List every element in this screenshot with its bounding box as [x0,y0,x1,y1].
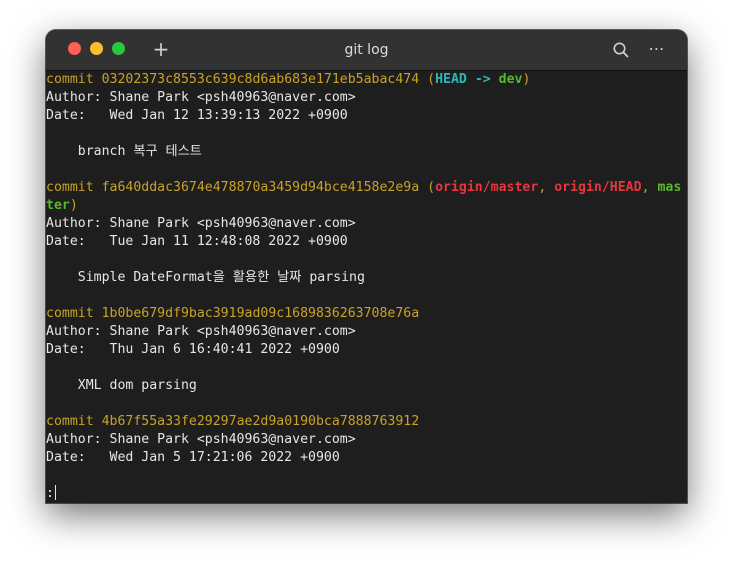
date-line: Date: Thu Jan 6 16:40:41 2022 +0900 [46,342,340,357]
author-line: Author: Shane Park <psh40963@naver.com> [46,216,356,231]
refs-close: ) [69,198,78,213]
terminal-output[interactable]: commit 03202373c8553c639c8d6ab683e171eb5… [46,71,687,503]
minimize-button[interactable] [90,42,103,55]
date-line: Date: Wed Jan 12 13:39:13 2022 +0900 [46,108,348,123]
local-branch-ref: mas [657,180,682,195]
author-line: Author: Shane Park <psh40963@naver.com> [46,432,356,447]
ref-separator: , [538,180,547,195]
text-cursor [54,485,56,500]
new-tab-button[interactable]: + [150,38,172,60]
ref-separator: , [641,180,650,195]
head-arrow: -> [474,72,491,87]
commit-line: commit 4b67f55a33fe29297ae2d9a0190bca788… [46,413,687,431]
date-line: Date: Wed Jan 5 17:21:06 2022 +0900 [46,450,340,465]
zoom-button[interactable] [112,42,125,55]
commit-label: commit [46,180,94,195]
commit-hash: 1b0be679df9bac3919ad09c1689836263708e76a [101,306,420,321]
close-button[interactable] [68,42,81,55]
commit-label: commit [46,306,94,321]
refs-open: ( [427,180,436,195]
commit-line: commit 03202373c8553c639c8d6ab683e171eb5… [46,71,687,89]
commit-label: commit [46,72,94,87]
terminal-window: + git log ⋯ commit 03202373c8553c639c8d6… [46,30,687,503]
commit-hash: 03202373c8553c639c8d6ab683e171eb5abac474 [101,72,420,87]
date-line: Date: Tue Jan 11 12:48:08 2022 +0900 [46,234,348,249]
branch-ref: dev [498,72,523,87]
pager-prompt[interactable]: : [46,485,687,503]
commit-line: commit 1b0be679df9bac3919ad09c1689836263… [46,305,687,323]
remote-ref: origin/master [435,180,539,195]
search-icon[interactable] [611,40,631,60]
commit-label: commit [46,414,94,429]
more-options-button[interactable]: ⋯ [646,38,668,60]
refs-open: ( [427,72,436,87]
commit-line: commit fa640ddac3674e478870a3459d94bce41… [46,179,687,197]
commit-hash: 4b67f55a33fe29297ae2d9a0190bca7888763912 [101,414,420,429]
remote-ref: origin/HEAD [554,180,642,195]
refs-close: ) [522,72,531,87]
commit-message: Simple DateFormat을 활용한 날짜 parsing [46,270,365,285]
window-title: git log [344,42,389,58]
local-branch-ref-continued: ter [46,198,70,213]
commit-message: XML dom parsing [46,378,197,393]
head-ref: HEAD [435,72,467,87]
prompt-text: : [46,486,54,501]
author-line: Author: Shane Park <psh40963@naver.com> [46,90,356,105]
wrapped-line: ter) [46,197,687,215]
title-bar: + git log ⋯ [46,30,687,71]
author-line: Author: Shane Park <psh40963@naver.com> [46,324,356,339]
commit-hash: fa640ddac3674e478870a3459d94bce4158e2e9a [101,180,420,195]
commit-message: branch 복구 테스트 [46,144,202,159]
